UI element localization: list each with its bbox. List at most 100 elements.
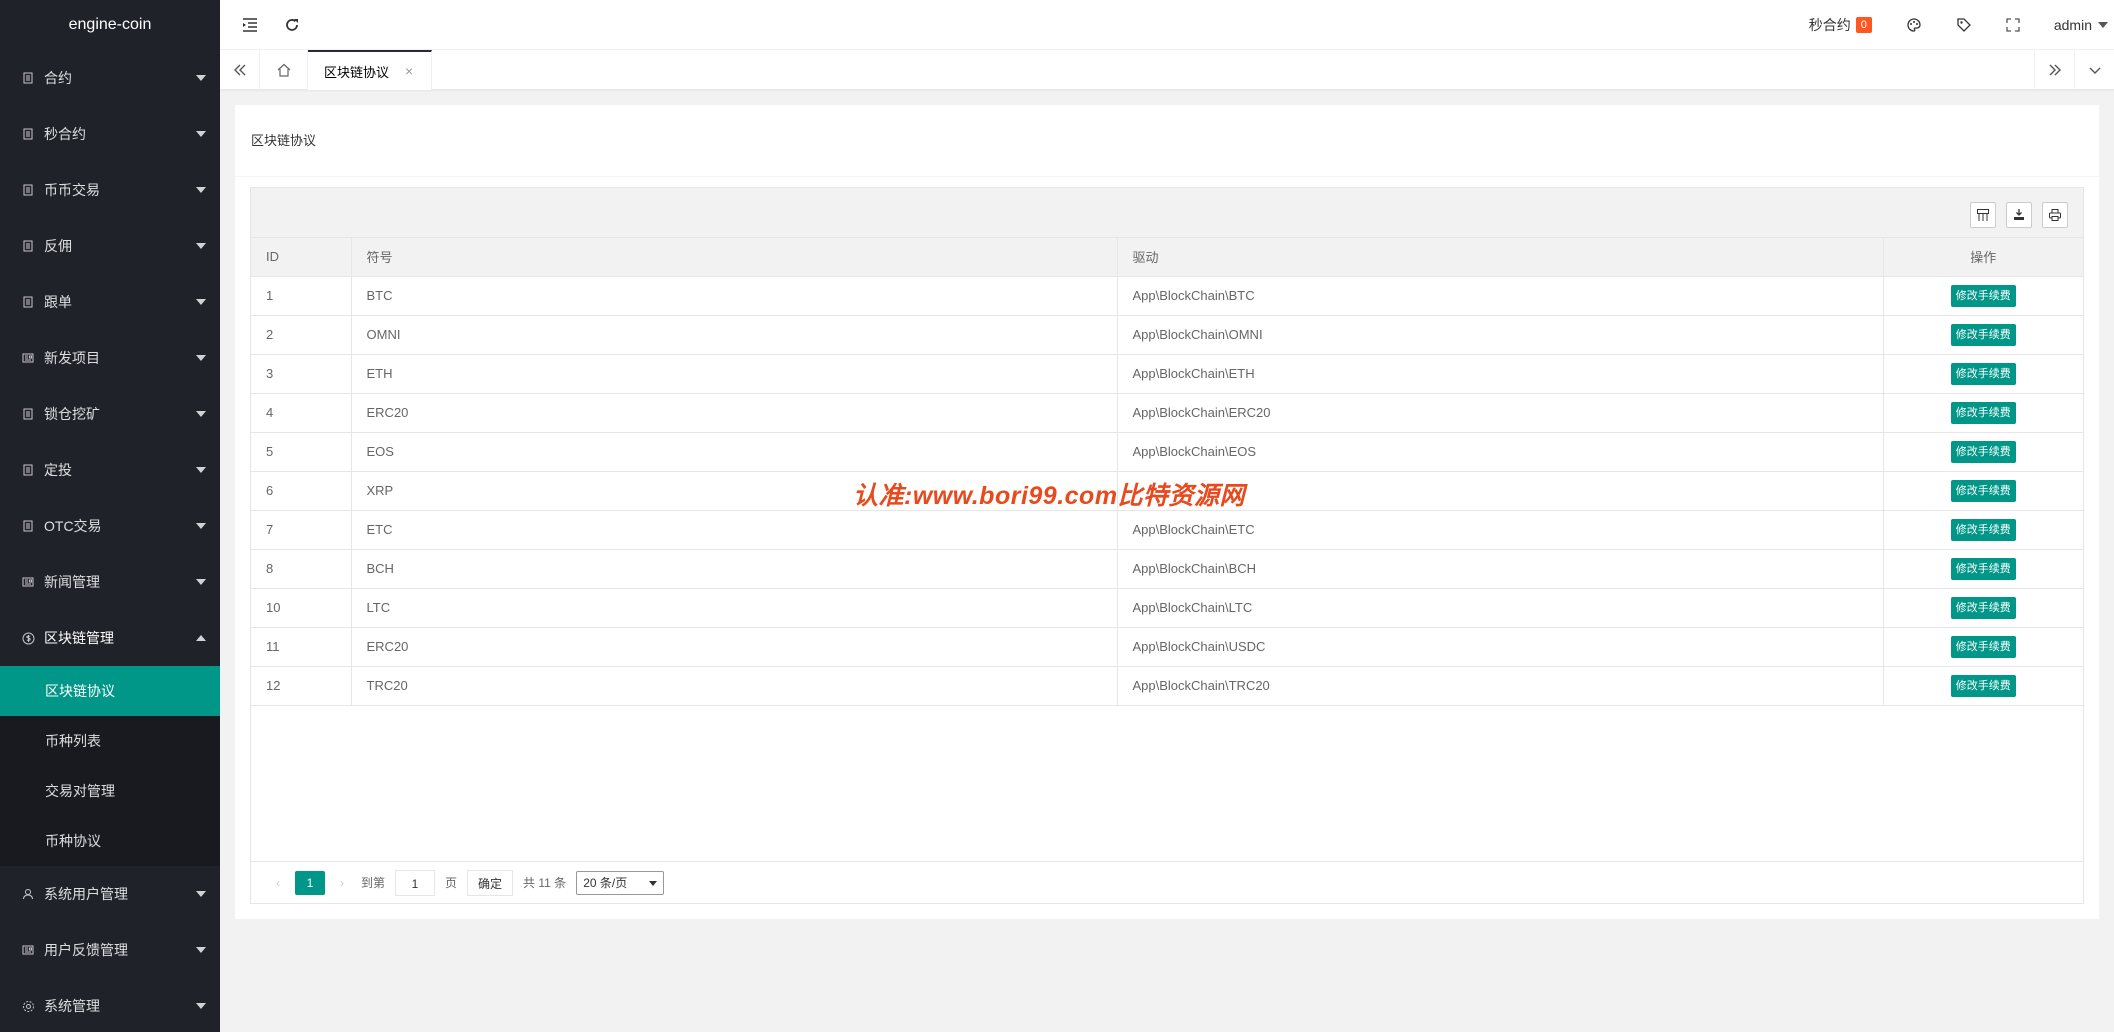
sidebar-item-label: 反佣 (44, 238, 72, 254)
submenu-item-1[interactable]: 币种列表 (0, 716, 220, 766)
cell-symbol: ERC20 (351, 627, 1118, 667)
cell-driver: App\BlockChain\USDC (1117, 627, 1884, 667)
page-jump-input[interactable]: 1 (395, 869, 436, 896)
tab-scroll-right-icon[interactable] (2034, 50, 2074, 90)
cell-symbol: TRC20 (351, 666, 1118, 706)
sidebar-item-4[interactable]: 跟单 (0, 274, 220, 330)
caret-down-icon (196, 891, 206, 897)
doc-icon (20, 126, 36, 142)
sidebar-item-1[interactable]: 秒合约 (0, 106, 220, 162)
caret-down-icon (196, 75, 206, 81)
sidebar-item-label: 系统管理 (44, 998, 100, 1014)
edit-fee-button[interactable]: 修改手续费 (1950, 479, 2016, 502)
page-current[interactable]: 1 (295, 870, 325, 895)
tab-home-icon[interactable] (260, 50, 308, 90)
tag-icon[interactable] (1939, 0, 1989, 50)
fullscreen-icon[interactable] (1989, 0, 2037, 50)
total-count: 共 11 条 (523, 876, 567, 890)
table-row: 12 TRC20 App\BlockChain\TRC20 修改手续费 (251, 666, 2083, 706)
sidebar-item-label: 币币交易 (44, 182, 100, 198)
menu-fold-icon[interactable] (238, 13, 262, 37)
cell-symbol: ETC (351, 510, 1118, 550)
refresh-icon[interactable] (280, 13, 304, 37)
cell-id: 3 (251, 354, 352, 394)
watermark-text: 认准:www.bori99.com比特资源网 (853, 482, 1246, 510)
cell-actions: 修改手续费 (1883, 432, 2083, 472)
sidebar-item-8[interactable]: OTC交易 (0, 498, 220, 554)
submenu-item-3[interactable]: 币种协议 (0, 816, 220, 866)
second-contract-notice[interactable]: 秒合约 0 (1792, 0, 1889, 50)
col-header-id[interactable]: ID (251, 238, 352, 277)
confirm-button[interactable]: 确定 (467, 869, 514, 896)
user-menu[interactable]: admin (2037, 0, 2114, 50)
cell-actions: 修改手续费 (1883, 627, 2083, 667)
sidebar-item-13[interactable]: 系统管理 (0, 978, 220, 1032)
export-icon[interactable] (2006, 202, 2032, 228)
data-table: ID 符号 驱动 操作 1 BTC App\BlockChain\BTC 修改手续费 2… (250, 187, 2084, 904)
sidebar-item-11[interactable]: 系统用户管理 (0, 866, 220, 922)
edit-fee-button[interactable]: 修改手续费 (1950, 284, 2016, 307)
sidebar-item-7[interactable]: 定投 (0, 442, 220, 498)
per-page-value: 20 条/页 (583, 876, 628, 890)
edit-fee-button[interactable]: 修改手续费 (1950, 401, 2016, 424)
sidebar-item-5[interactable]: 新发项目 (0, 330, 220, 386)
sidebar-item-label: 新发项目 (44, 350, 100, 366)
table-header-row: ID 符号 驱动 操作 (251, 238, 2083, 277)
cell-symbol: BCH (351, 549, 1118, 589)
edit-fee-button[interactable]: 修改手续费 (1950, 518, 2016, 541)
cell-symbol: EOS (351, 432, 1118, 472)
submenu-item-2[interactable]: 交易对管理 (0, 766, 220, 816)
prev-page-icon[interactable]: ‹ (265, 876, 291, 890)
sidebar-item-9[interactable]: 新闻管理 (0, 554, 220, 610)
sidebar-item-2[interactable]: 币币交易 (0, 162, 220, 218)
submenu-item-0[interactable]: 区块链协议 (0, 666, 220, 716)
print-icon[interactable] (2042, 202, 2068, 228)
close-icon[interactable]: × (405, 63, 413, 79)
edit-fee-button[interactable]: 修改手续费 (1950, 440, 2016, 463)
edit-fee-button[interactable]: 修改手续费 (1950, 323, 2016, 346)
chevron-down-icon (2098, 22, 2108, 28)
sidebar-nav: 合约秒合约币币交易反佣跟单新发项目锁仓挖矿 定投 OTC交易 新闻管理 区块链管理 区块链… (0, 50, 220, 1032)
caret-down-icon (196, 579, 206, 585)
table-row: 1 BTC App\BlockChain\BTC 修改手续费 (251, 276, 2083, 316)
tab-menu-chevron-icon[interactable] (2074, 50, 2114, 90)
sidebar-item-label: 秒合约 (44, 126, 86, 142)
sidebar-item-0[interactable]: 合约 (0, 50, 220, 106)
sidebar-item-12[interactable]: 用户反馈管理 (0, 922, 220, 978)
sidebar-item-3[interactable]: 反佣 (0, 218, 220, 274)
tab-scroll-left-icon[interactable] (220, 50, 260, 90)
tab-blockchain-protocol[interactable]: 区块链协议 × (308, 50, 432, 90)
pagination: ‹ 1 › 到第 1 页 确定 共 11 条 20 条/页 (251, 861, 2083, 903)
table-row: 8 BCH App\BlockChain\BCH 修改手续费 (251, 549, 2083, 589)
cell-driver: App\BlockChain\ERC20 (1117, 393, 1884, 433)
tab-label: 区块链协议 (324, 64, 390, 80)
sidebar-item-6[interactable]: 锁仓挖矿 (0, 386, 220, 442)
username: admin (2053, 17, 2092, 33)
edit-fee-button[interactable]: 修改手续费 (1950, 596, 2016, 619)
sidebar-item-label: 用户反馈管理 (44, 942, 128, 958)
cell-driver: App\BlockChain\TRC20 (1117, 666, 1884, 706)
cell-driver: App\BlockChain\BTC (1117, 276, 1884, 316)
cell-actions: 修改手续费 (1883, 354, 2083, 394)
cell-driver: App\BlockChain\ETH (1117, 354, 1884, 394)
sidebar-item-10[interactable]: 区块链管理 (0, 610, 220, 666)
doc-icon (20, 70, 36, 86)
col-header-symbol[interactable]: 符号 (351, 238, 1118, 277)
cell-id: 11 (251, 627, 352, 667)
edit-fee-button[interactable]: 修改手续费 (1950, 674, 2016, 697)
columns-filter-icon[interactable] (1970, 202, 1996, 228)
cell-id: 6 (251, 471, 352, 511)
caret-down-icon (196, 355, 206, 361)
cell-actions: 修改手续费 (1883, 666, 2083, 706)
table-row: 5 EOS App\BlockChain\EOS 修改手续费 (251, 432, 2083, 472)
cell-id: 12 (251, 666, 352, 706)
edit-fee-button[interactable]: 修改手续费 (1950, 557, 2016, 580)
sidebar-item-label: 系统用户管理 (44, 886, 128, 902)
col-header-driver[interactable]: 驱动 (1117, 238, 1884, 277)
per-page-select[interactable]: 20 条/页 (576, 870, 665, 895)
edit-fee-button[interactable]: 修改手续费 (1950, 362, 2016, 385)
theme-icon[interactable] (1889, 0, 1939, 50)
top-header: 秒合约 0 admin (220, 0, 2114, 50)
edit-fee-button[interactable]: 修改手续费 (1950, 635, 2016, 658)
next-page-icon[interactable]: › (329, 876, 355, 890)
